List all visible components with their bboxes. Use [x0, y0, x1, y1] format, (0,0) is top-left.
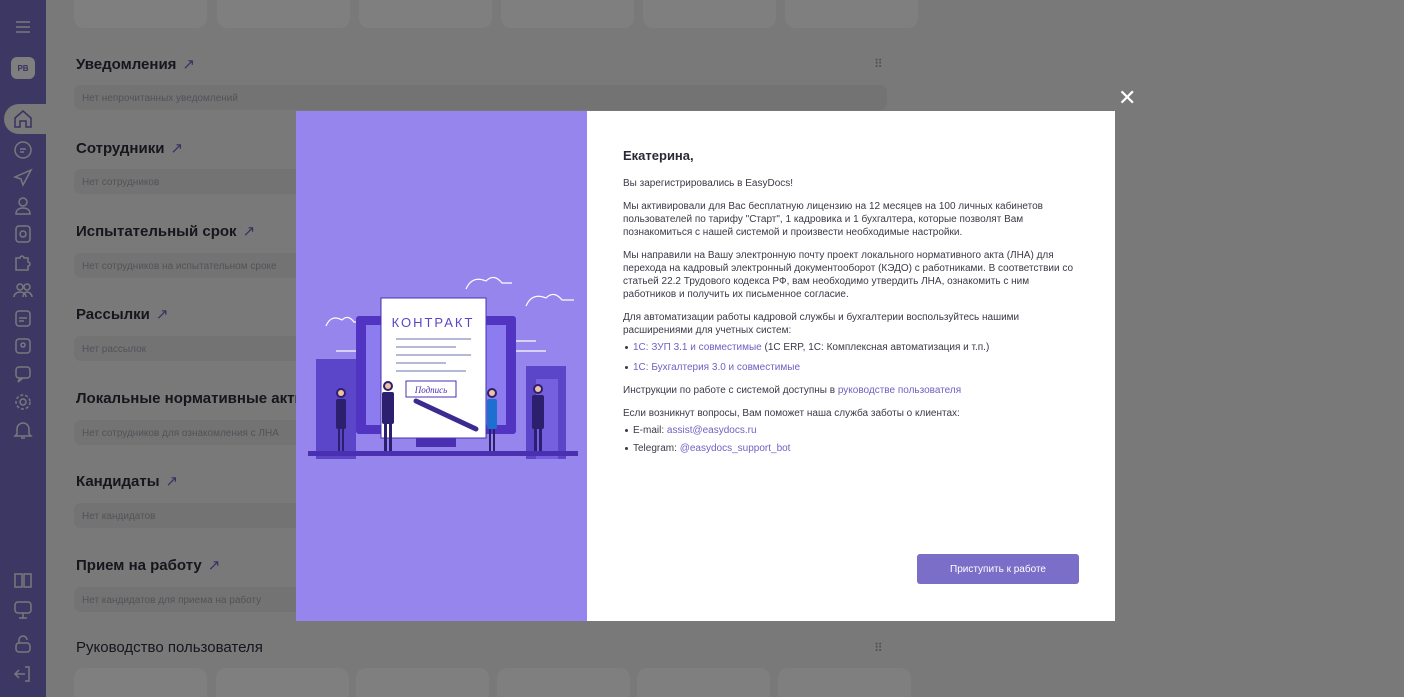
zup-extension-link[interactable]: 1С: ЗУП 3.1 и совместимые [633, 342, 762, 353]
telegram-link[interactable]: @easydocs_support_bot [680, 443, 791, 454]
list-item: 1С: Бухгалтерия 3.0 и совместимые [623, 361, 1079, 374]
support-text: Если возникнут вопросы, Вам поможет наша… [623, 408, 960, 419]
lna-text: Мы направили на Вашу электронную почту п… [623, 250, 1074, 300]
close-icon[interactable]: ✕ [1118, 87, 1136, 109]
extensions-list: 1С: ЗУП 3.1 и совместимые (1С ERP, 1С: К… [623, 341, 1079, 374]
welcome-illustration: КОНТРАКТ Подпись [296, 111, 587, 621]
email-link[interactable]: assist@easydocs.ru [667, 425, 757, 436]
signature-word: Подпись [414, 385, 448, 395]
contract-word: КОНТРАКТ [392, 315, 475, 330]
instructions-text: Инструкции по работе с системой доступны… [623, 385, 962, 396]
support-list: E-mail: assist@easydocs.ru Telegram: @ea… [623, 424, 1079, 455]
welcome-modal: КОНТРАКТ Подпись Екатерина, Вы зарегистр… [296, 111, 1115, 621]
accounting-extension-link[interactable]: 1С: Бухгалтерия 3.0 и совместимые [633, 362, 800, 373]
start-work-button[interactable]: Приступить к работе [917, 554, 1079, 584]
license-text: Мы активировали для Вас бесплатную лицен… [623, 201, 1043, 238]
greeting: Екатерина, [623, 148, 694, 163]
registered-text: Вы зарегистрировались в EasyDocs! [623, 178, 794, 189]
list-item: 1С: ЗУП 3.1 и совместимые (1С ERP, 1С: К… [623, 341, 1079, 354]
list-item: E-mail: assist@easydocs.ru [623, 424, 1079, 437]
extensions-text: Для автоматизации работы кадровой службы… [623, 312, 1020, 336]
welcome-text: Екатерина, Вы зарегистрировались в EasyD… [587, 111, 1115, 621]
list-item: Telegram: @easydocs_support_bot [623, 442, 1079, 455]
user-guide-link[interactable]: руководстве пользователя [838, 385, 961, 396]
